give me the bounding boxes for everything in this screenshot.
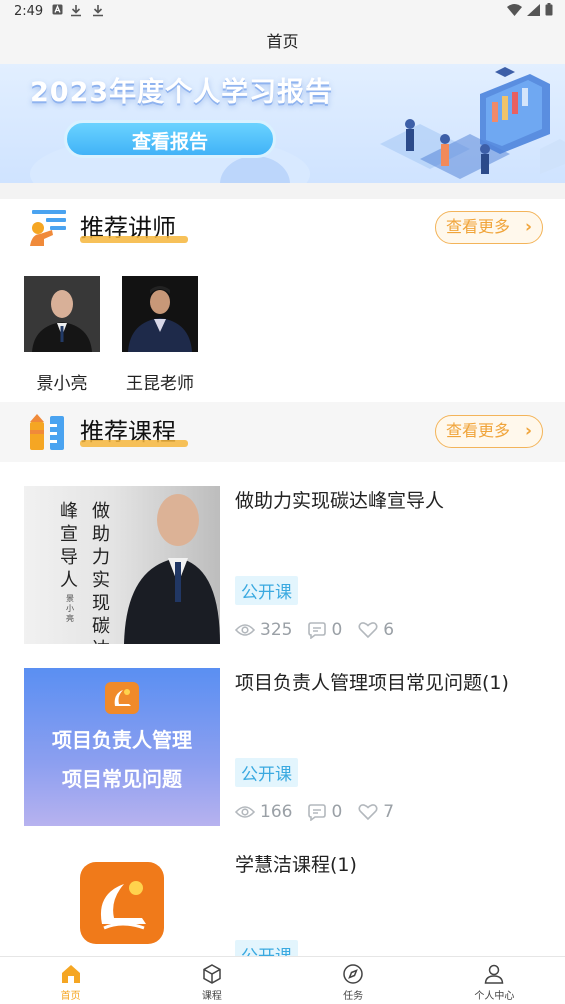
comment-icon: [308, 804, 327, 821]
chevron-right-icon: ›: [524, 421, 532, 441]
teacher-card[interactable]: 王昆老师: [122, 276, 198, 394]
section-divider: [0, 183, 565, 199]
like-count: 7: [383, 802, 395, 822]
chevron-right-icon: ›: [524, 217, 532, 237]
page-title-bar: 首页: [0, 26, 565, 64]
view-count: 166: [260, 802, 293, 822]
home-icon: [61, 965, 80, 983]
compass-icon: [343, 964, 363, 984]
tab-home[interactable]: 首页: [0, 957, 141, 1004]
like-count: 6: [383, 620, 395, 640]
view-more-teachers-button[interactable]: 查看更多 ›: [435, 211, 543, 244]
tab-courses[interactable]: 课程: [141, 957, 282, 1004]
comment-count: 0: [331, 802, 343, 822]
status-bar: 2:49: [0, 0, 565, 26]
comment-icon: [308, 622, 327, 639]
course-stats: 325 0 6: [235, 620, 410, 640]
report-illustration: [380, 67, 565, 179]
recommended-teachers-header: 推荐讲师 查看更多 ›: [0, 198, 565, 258]
heart-icon: [358, 804, 378, 821]
course-thumbnail: 项目负责人管理 项目常见问题: [24, 668, 220, 826]
view-count: 325: [260, 620, 293, 640]
view-more-label: 查看更多: [446, 421, 511, 440]
course-title: 做助力实现碳达峰宣导人: [235, 490, 445, 512]
teacher-avatar: [122, 276, 198, 352]
teacher-card[interactable]: 景小亮: [24, 276, 100, 394]
tab-label: 任务: [343, 991, 364, 1002]
course-tag: 公开课: [235, 758, 298, 787]
battery-icon: [545, 3, 553, 16]
view-report-button[interactable]: 查看报告: [64, 120, 276, 158]
course-card[interactable]: 项目负责人管理 项目常见问题 项目负责人管理项目常见问题(1) 公开课 166 …: [0, 668, 565, 828]
title-underline: [80, 440, 188, 447]
banner-title: 2023年度个人学习报告: [30, 77, 334, 108]
teacher-avatar: [24, 276, 100, 352]
course-title: 项目负责人管理项目常见问题(1): [235, 672, 509, 694]
cube-icon: [203, 964, 221, 984]
tab-profile[interactable]: 个人中心: [424, 957, 565, 1004]
eye-icon: [235, 624, 255, 636]
teacher-name: 王昆老师: [126, 374, 194, 394]
course-card[interactable]: 学慧洁课程(1) 公开课: [0, 850, 565, 956]
title-underline: [80, 236, 188, 243]
heart-icon: [358, 622, 378, 639]
recommended-courses-header: 推荐课程 查看更多 ›: [0, 402, 565, 462]
course-icon: [30, 414, 64, 450]
app-logo: [80, 862, 164, 944]
download-icon: [92, 4, 104, 20]
course-thumbnail: 峰宣导人 做助力实现碳达 景小亮: [24, 486, 220, 644]
course-card[interactable]: 峰宣导人 做助力实现碳达 景小亮 做助力实现碳达峰宣导人 公开课 325 0 6: [0, 486, 565, 646]
teacher-name: 景小亮: [36, 374, 88, 394]
comment-count: 0: [331, 620, 343, 640]
signal-icon: [527, 3, 540, 16]
course-thumbnail: [24, 850, 220, 956]
thumb-text: 项目负责人管理: [52, 728, 192, 752]
download-icon: [70, 4, 82, 20]
tab-label: 首页: [60, 991, 81, 1002]
status-time: 2:49: [14, 4, 44, 19]
tab-label: 个人中心: [474, 991, 515, 1002]
tab-label: 课程: [201, 991, 222, 1002]
view-more-label: 查看更多: [446, 217, 511, 236]
course-title: 学慧洁课程(1): [235, 854, 357, 876]
teacher-icon: [30, 210, 66, 246]
thumb-text: 做助力实现碳达: [92, 501, 110, 644]
eye-icon: [235, 806, 255, 818]
course-stats: 166 0 7: [235, 802, 410, 822]
user-icon: [485, 964, 504, 984]
thumb-text: 项目常见问题: [62, 767, 182, 791]
view-more-courses-button[interactable]: 查看更多 ›: [435, 415, 543, 448]
course-tag: 公开课: [235, 940, 298, 956]
tab-tasks[interactable]: 任务: [283, 957, 424, 1004]
app-logo: [105, 682, 139, 714]
page-title: 首页: [266, 32, 299, 51]
notification-a-icon: [52, 4, 63, 18]
teacher-photo: [124, 494, 220, 644]
wifi-icon: [507, 3, 522, 16]
bottom-tab-bar: 首页 课程 任务 个人中心: [0, 956, 565, 1004]
annual-report-banner[interactable]: 2023年度个人学习报告 查看报告: [0, 64, 565, 183]
course-tag: 公开课: [235, 576, 298, 605]
thumb-author: 景小亮: [66, 594, 74, 623]
thumb-text: 峰宣导人: [60, 501, 78, 591]
